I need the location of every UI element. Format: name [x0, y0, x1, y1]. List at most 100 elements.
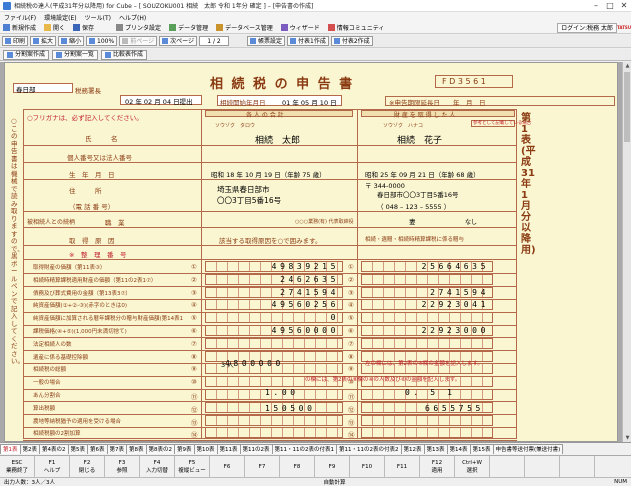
- heir-value-cell[interactable]: [361, 427, 493, 439]
- function-key[interactable]: F5 複縦ビュー: [175, 456, 210, 477]
- tab-sheet[interactable]: 第5表: [67, 444, 88, 454]
- wizard-button[interactable]: ウィザード: [278, 23, 323, 33]
- heir-birth[interactable]: 昭和 25 年 09 月 21 日（年齢 68 歳）: [365, 169, 480, 179]
- heirs-count[interactable]: 3 人: [221, 359, 234, 369]
- calc-value[interactable]: 1.00: [265, 388, 299, 397]
- appendix1-button[interactable]: 付表1作成: [287, 36, 329, 46]
- tab-sheet[interactable]: 第6表: [87, 444, 108, 454]
- tab-sheet[interactable]: 第11・11の2表の付表2: [336, 444, 402, 454]
- appendix2-button[interactable]: 付表2作成: [330, 36, 373, 46]
- database-management-button[interactable]: データベース管理: [213, 23, 276, 33]
- data-management-button[interactable]: データ管理: [166, 23, 211, 33]
- calc-value[interactable]: 0. 5 1: [405, 388, 456, 397]
- tab-sheet[interactable]: 第13表: [423, 444, 448, 454]
- heir-value-cell[interactable]: 22923041: [361, 299, 493, 311]
- tab-sheet[interactable]: 第12表: [400, 444, 425, 454]
- tax-office-field[interactable]: 春日部: [13, 83, 73, 94]
- calc-value[interactable]: 150500: [265, 404, 316, 413]
- minimize-button[interactable]: –: [589, 0, 603, 12]
- function-key[interactable]: F8: [280, 456, 315, 477]
- vertical-scrollbar[interactable]: ▲ ▼: [622, 62, 631, 442]
- maximize-button[interactable]: □: [603, 0, 617, 12]
- heir-relation[interactable]: 妻: [409, 216, 416, 226]
- tab-sheet[interactable]: 第11・11の2表の付表1: [271, 444, 337, 454]
- heir-phone[interactable]: （ 048 – 123 – 5555 ）: [377, 201, 450, 211]
- function-key[interactable]: F9: [315, 456, 350, 477]
- zoom-in-button[interactable]: 拡大: [30, 36, 57, 46]
- division-plan-create-button[interactable]: 分割案作成: [3, 49, 50, 60]
- heir-value-cell[interactable]: 25664635: [361, 261, 493, 272]
- function-key[interactable]: F6: [210, 456, 245, 477]
- inheritance-start-date[interactable]: 相続開始年月日 01 年 05 月 10 日: [217, 95, 342, 107]
- total-value-cell[interactable]: [205, 427, 343, 439]
- heir-job[interactable]: なし: [465, 217, 477, 226]
- decedent-birth[interactable]: 昭和 18 年 10 月 19 日（年齢 75 歳）: [211, 169, 326, 179]
- function-key[interactable]: F4 入力切替: [140, 456, 175, 477]
- zoom-out-button[interactable]: 縮小: [58, 36, 85, 46]
- total-value-cell[interactable]: 2462635: [205, 273, 343, 285]
- total-value-cell[interactable]: [205, 337, 343, 349]
- form-settings-button[interactable]: 帳票設定: [246, 36, 285, 46]
- function-key[interactable]: ESC 業務終了: [0, 456, 35, 477]
- decedent-address1[interactable]: 埼玉県春日部市: [217, 184, 270, 195]
- next-page-button[interactable]: 次ページ: [159, 36, 197, 46]
- total-value-cell[interactable]: 2741594: [205, 286, 343, 298]
- total-value-cell[interactable]: 49839215: [205, 261, 343, 272]
- function-key[interactable]: Ctrl+W 選択: [455, 456, 490, 477]
- open-button[interactable]: 開く: [41, 23, 68, 33]
- printer-settings-button[interactable]: プリンタ設定: [113, 23, 164, 33]
- new-button[interactable]: 新規作成: [0, 23, 39, 33]
- heir-value-cell[interactable]: [361, 337, 493, 349]
- scroll-up-icon[interactable]: ▲: [623, 62, 631, 70]
- tab-sheet[interactable]: 第9表: [174, 444, 195, 454]
- heir-value-cell[interactable]: [361, 273, 493, 285]
- tab-sheet[interactable]: 第7表: [106, 444, 127, 454]
- heir-value-cell[interactable]: 22923000: [361, 325, 493, 336]
- function-key[interactable]: [490, 456, 525, 477]
- heir-reason[interactable]: 相続・遺贈・相続時精算課税に係る贈与: [365, 235, 464, 243]
- prev-page-button[interactable]: 前ページ: [119, 36, 158, 46]
- function-key[interactable]: F11: [385, 456, 420, 477]
- tab-sheet[interactable]: 第1表: [0, 444, 21, 454]
- save-button[interactable]: 保存: [70, 23, 97, 33]
- menu-file[interactable]: ファイル(F): [4, 13, 36, 22]
- scroll-down-icon[interactable]: ▼: [623, 434, 631, 442]
- tab-sheet[interactable]: 第11表: [216, 444, 241, 454]
- login-status[interactable]: ログイン:税務 太郎: [557, 22, 617, 33]
- scroll-thumb[interactable]: [624, 72, 630, 142]
- division-plan-list-button[interactable]: 分割案一覧: [52, 49, 99, 60]
- function-key[interactable]: F3 参照: [105, 456, 140, 477]
- tab-sheet[interactable]: 第15表: [469, 444, 494, 454]
- menu-tools[interactable]: ツール(T): [85, 13, 111, 22]
- page-indicator[interactable]: 1 / 2: [198, 36, 229, 46]
- tab-sheet[interactable]: 第8表: [126, 444, 147, 454]
- function-key[interactable]: F2 閉じる: [70, 456, 105, 477]
- tab-sheet[interactable]: 第14表: [446, 444, 471, 454]
- close-button[interactable]: ✕: [617, 0, 631, 12]
- total-value-cell[interactable]: 0: [205, 312, 343, 324]
- decedent-address2[interactable]: 〇〇3丁目5番16号: [217, 195, 281, 206]
- heir-value-cell[interactable]: [361, 312, 493, 324]
- community-button[interactable]: 情報コミュニティ: [325, 23, 388, 33]
- menu-settings[interactable]: 環境設定(E): [44, 13, 76, 22]
- comparison-table-button[interactable]: 比較表作成: [101, 49, 148, 60]
- function-key[interactable]: F10: [350, 456, 385, 477]
- zoom-100-button[interactable]: 100%: [86, 36, 118, 46]
- tab-sheet[interactable]: 第8表の2: [145, 444, 175, 454]
- tab-sheet[interactable]: 第10表: [193, 444, 218, 454]
- tab-sheet[interactable]: 申告書等送付票(兼送付書): [492, 444, 564, 454]
- total-value-cell[interactable]: 49560000: [205, 325, 343, 336]
- tab-sheet[interactable]: 第4表の2: [39, 444, 69, 454]
- function-key[interactable]: F1 ヘルプ: [35, 456, 70, 477]
- function-key[interactable]: F12 適用: [420, 456, 455, 477]
- function-key[interactable]: F7: [245, 456, 280, 477]
- heir-value-cell[interactable]: 2741594: [361, 286, 493, 298]
- filing-date-field[interactable]: 02 年 02 月 04 日提出: [120, 95, 202, 106]
- tab-sheet[interactable]: 第2表: [19, 444, 40, 454]
- function-key[interactable]: [560, 456, 595, 477]
- heir-value-cell[interactable]: [361, 414, 493, 426]
- menu-help[interactable]: ヘルプ(H): [119, 13, 146, 22]
- tab-sheet[interactable]: 第11の2表: [239, 444, 273, 454]
- total-value-cell[interactable]: 49560256: [205, 299, 343, 311]
- calc-value[interactable]: 6655755: [425, 404, 484, 413]
